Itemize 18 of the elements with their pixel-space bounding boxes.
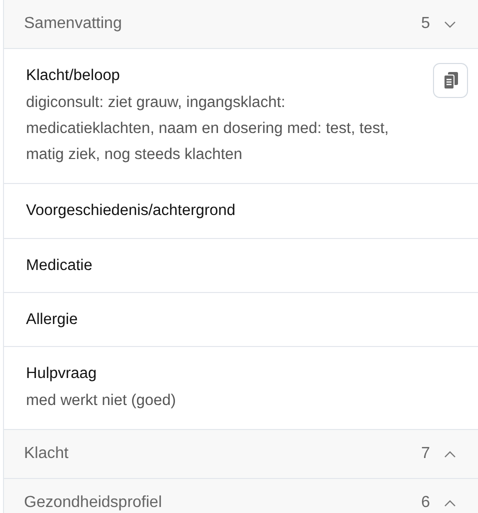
section-title: Klacht [24,444,70,464]
section-count: 7 [421,444,430,464]
section-header[interactable]: Klacht 7 [4,430,478,480]
section-title: Gezondheidsprofiel [24,493,163,513]
item-title: Medicatie [26,256,94,276]
item-text: digiconsult: ziet grauw, ingangsklacht: medicatieklachten, naam en dosering med: test, test, matig ziek, nog steeds klachten [26,93,390,166]
section-count: 5 [421,14,430,34]
item-title: Voorgeschiedenis/achtergrond [26,201,236,222]
copy-button[interactable] [433,63,468,98]
item-title: Klacht/beloop [26,66,121,86]
section-title: Samenvatting [24,14,123,34]
section-header[interactable]: Samenvatting 5 [4,0,478,49]
section-header[interactable]: Gezondheidsprofiel 6 [4,479,478,513]
clipboard-icon [444,72,458,89]
section-count: 6 [421,493,430,513]
item-title: Allergie [26,310,79,330]
item-title: Hulpvraag [26,364,98,384]
item-text: med werkt niet (goed) [26,391,177,412]
